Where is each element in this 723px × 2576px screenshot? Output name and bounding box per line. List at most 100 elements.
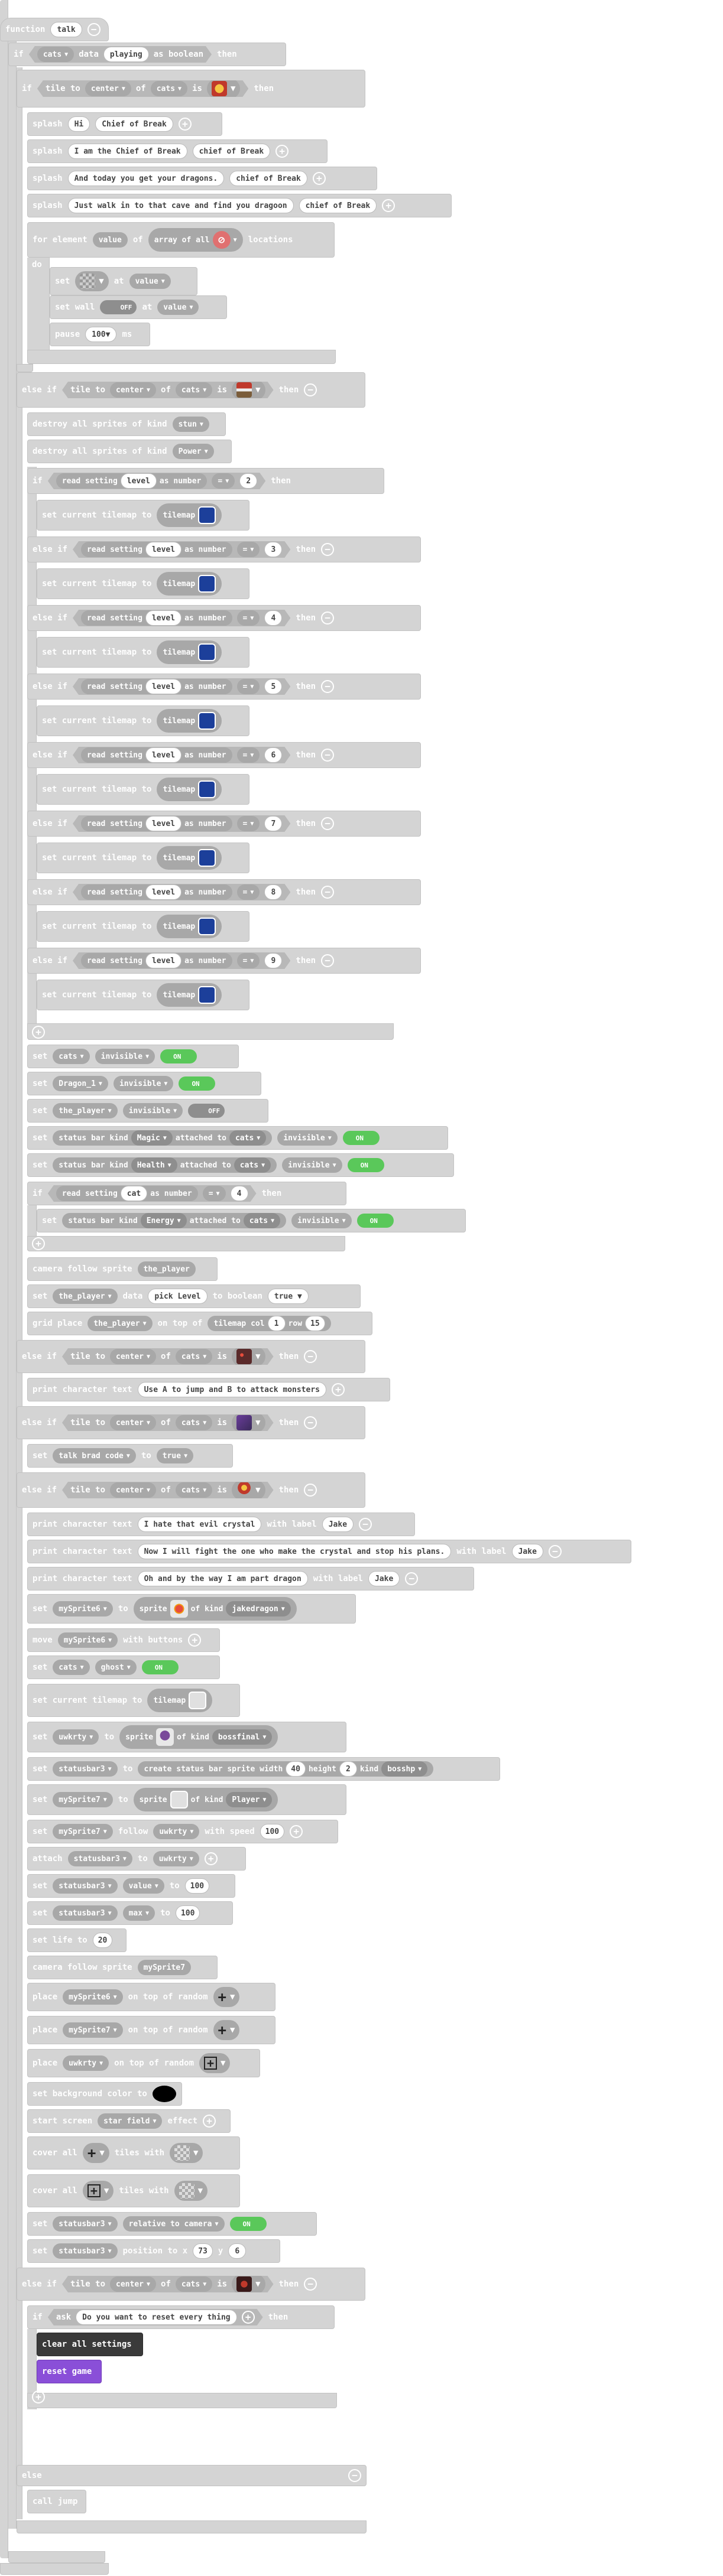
kind-dropdown[interactable]: Energy ▼ — [140, 1213, 187, 1228]
sprite-dropdown[interactable]: the_player ▼ — [53, 1289, 118, 1304]
condition[interactable]: read setting level as number = ▼ 3 — [73, 541, 290, 558]
remove-icon[interactable]: − — [304, 383, 317, 396]
kind-dropdown[interactable]: Power ▼ — [172, 444, 214, 459]
follow-block[interactable]: set mySprite7 ▼ follow uwkrty ▼ with speed… — [27, 1820, 338, 1843]
tile-picker[interactable]: ▼ — [232, 1346, 265, 1367]
flag-dropdown[interactable]: invisible ▼ — [113, 1076, 174, 1091]
tile-picker[interactable]: ▼ — [207, 79, 240, 99]
tilemap-preview-icon[interactable] — [198, 643, 216, 661]
splash-subtitle[interactable]: chief of Break — [192, 144, 271, 159]
tilemap-preview-icon[interactable] — [198, 712, 216, 730]
set-mysprite6-block[interactable]: set mySprite6 ▼ to sprite of kind jakedrago… — [27, 1594, 356, 1624]
compare-value[interactable]: 5 — [264, 679, 282, 694]
kind-dropdown[interactable]: stun ▼ — [172, 417, 209, 432]
variable-dropdown[interactable]: statusbar3 ▼ — [53, 2216, 118, 2232]
set-tilemap-block[interactable]: set current tilemap to tilemap — [37, 568, 249, 599]
set-statusbar-value-block[interactable]: set statusbar3 ▼ value ▼ to 100 — [27, 1874, 235, 1898]
operator-dropdown[interactable]: = ▼ — [237, 679, 260, 694]
add-icon[interactable]: + — [290, 1825, 303, 1838]
place-random-block[interactable]: place mySprite6 ▼ on top of random + ▼ — [27, 1983, 275, 2011]
tilemap-reporter[interactable]: tilemap — [157, 846, 222, 870]
elseif-level-block[interactable]: else if read setting level as number = ▼ 3 … — [27, 536, 421, 562]
color-swatch[interactable] — [152, 2086, 176, 2102]
print-text[interactable]: Now I will fight the one who make the cr… — [137, 1544, 452, 1559]
tile-picker[interactable]: + ▼ — [199, 2053, 231, 2073]
tilemap-reporter[interactable]: tilemap — [157, 709, 222, 733]
set-tilemap-block[interactable]: set current tilemap to tilemap — [37, 500, 249, 531]
ask-condition[interactable]: ask Do you want to reset every thing + — [48, 2309, 263, 2325]
data-key[interactable]: playing — [103, 47, 149, 62]
condition[interactable]: tile to center ▼ of cats ▼ is ▼ — [37, 80, 249, 97]
print-text[interactable]: I hate that evil crystal — [137, 1517, 262, 1532]
splash-text[interactable]: And today you get your dragons. — [67, 171, 225, 186]
remove-icon[interactable]: − — [321, 886, 335, 899]
operator-dropdown[interactable]: = ▼ — [237, 542, 260, 557]
read-setting-reporter[interactable]: read setting level as number — [81, 816, 232, 831]
tile-picker[interactable]: + ▼ — [213, 1987, 240, 2007]
setting-key[interactable]: level — [145, 542, 181, 557]
remove-icon[interactable]: − — [321, 680, 335, 693]
set-cats-invisible-block[interactable]: set cats ▼ invisible ▼ ON — [27, 1045, 239, 1068]
else-block[interactable]: else − — [17, 2465, 367, 2486]
setting-key[interactable]: level — [145, 747, 181, 763]
place-random-block[interactable]: place uwkrty ▼ on top of random + ▼ — [27, 2049, 260, 2077]
set-mysprite7-block[interactable]: set mySprite7 ▼ to sprite of kind Player ▼ — [27, 1784, 346, 1815]
elseif-level-block[interactable]: else if read setting level as number = ▼ 4 … — [27, 605, 421, 631]
sprite-dropdown[interactable]: cats ▼ — [176, 1482, 212, 1498]
create-statusbar-reporter[interactable]: create status bar sprite width 40 height 2 k… — [138, 1761, 434, 1777]
condition[interactable]: read setting level as number = ▼ 5 — [73, 678, 290, 695]
splash-subtitle[interactable]: chief of Break — [299, 198, 377, 213]
data-key[interactable]: pick Level — [148, 1289, 208, 1304]
add-icon[interactable]: + — [204, 1852, 218, 1865]
compare-value[interactable]: 7 — [264, 816, 282, 831]
remove-icon[interactable]: − — [304, 1416, 317, 1429]
grid-place-block[interactable]: grid place the_player ▼ on top of tilemap… — [27, 1312, 372, 1335]
variable-dropdown[interactable]: mySprite6 ▼ — [53, 1601, 113, 1616]
boolean-dropdown[interactable]: true ▼ — [156, 1448, 194, 1463]
tile-picker[interactable]: ▼ — [232, 380, 265, 400]
remove-icon[interactable]: − — [348, 2469, 361, 2482]
variable-dropdown[interactable]: uwkrty ▼ — [63, 2055, 109, 2071]
condition[interactable]: read setting cat as number = ▼ 4 — [48, 1185, 257, 1202]
remove-icon[interactable]: − — [304, 2278, 317, 2291]
elseif-level-block[interactable]: else if read setting level as number = ▼ 7 … — [27, 811, 421, 837]
tilemap-reporter[interactable]: tilemap — [157, 983, 222, 1007]
tilemap-preview-icon[interactable] — [198, 986, 216, 1004]
tilemap-preview-icon[interactable] — [198, 849, 216, 867]
pause-dropdown[interactable]: 100 ▼ — [85, 327, 117, 342]
splash-text[interactable]: I am the Chief of Break — [67, 144, 187, 159]
tile-picker[interactable]: + ▼ — [82, 2143, 109, 2163]
remove-icon[interactable]: − — [321, 817, 335, 830]
array-dropdown[interactable]: array of all ⊘ ▼ — [148, 228, 243, 252]
set-cats-ghost-block[interactable]: set cats ▼ ghost ▼ ON — [27, 1655, 220, 1679]
remove-icon[interactable]: − — [405, 1572, 419, 1585]
start-screen-effect-block[interactable]: start screen star field ▼ effect + — [27, 2109, 231, 2133]
set-statusbar-energy-block[interactable]: set status bar kind Energy ▼ attached to cat… — [37, 1209, 466, 1232]
tilemap-reporter[interactable]: tilemap — [147, 1689, 213, 1712]
location-dropdown[interactable]: value ▼ — [129, 274, 171, 289]
compare-value[interactable]: 8 — [264, 884, 282, 900]
if-cat-block[interactable]: if read setting cat as number = ▼ 4 then — [27, 1182, 346, 1205]
compare-value[interactable]: 4 — [264, 610, 282, 626]
tile-picker[interactable]: ▼ — [232, 1413, 265, 1433]
print-label[interactable]: Jake — [368, 1571, 400, 1586]
sprite-dropdown[interactable]: cats ▼ — [176, 2276, 212, 2292]
splash-text[interactable]: Just walk in to that cave and find you d… — [67, 198, 294, 213]
property-dropdown[interactable]: max ▼ — [122, 1905, 155, 1921]
set-bg-color-block[interactable]: set background color to — [27, 2082, 182, 2106]
tile-picker[interactable]: + ▼ — [82, 2181, 114, 2201]
read-setting-reporter[interactable]: read setting level as number — [81, 884, 232, 900]
condition[interactable]: read setting level as number = ▼ 2 — [48, 473, 265, 489]
sprite-dropdown[interactable]: Dragon_1 ▼ — [53, 1076, 108, 1091]
add-icon[interactable]: + — [203, 2115, 216, 2128]
if-tile-center-block[interactable]: if tile to center ▼ of cats ▼ is ▼ then — [17, 70, 365, 108]
variable-dropdown[interactable]: mySprite6 ▼ — [57, 1632, 118, 1648]
print-text-block[interactable]: print character text Oh and by the way I… — [27, 1567, 474, 1591]
sprite-dropdown[interactable]: cats ▼ — [176, 382, 212, 398]
sprite-create-reporter[interactable]: sprite of kind Player ▼ — [133, 1788, 278, 1811]
center-dropdown[interactable]: center ▼ — [85, 81, 131, 96]
call-block[interactable]: call jump — [27, 2490, 86, 2513]
height-value[interactable]: 2 — [339, 1761, 357, 1777]
remove-icon[interactable]: − — [321, 749, 335, 762]
print-text-block[interactable]: print character text Now I will fight th… — [27, 1540, 631, 1563]
